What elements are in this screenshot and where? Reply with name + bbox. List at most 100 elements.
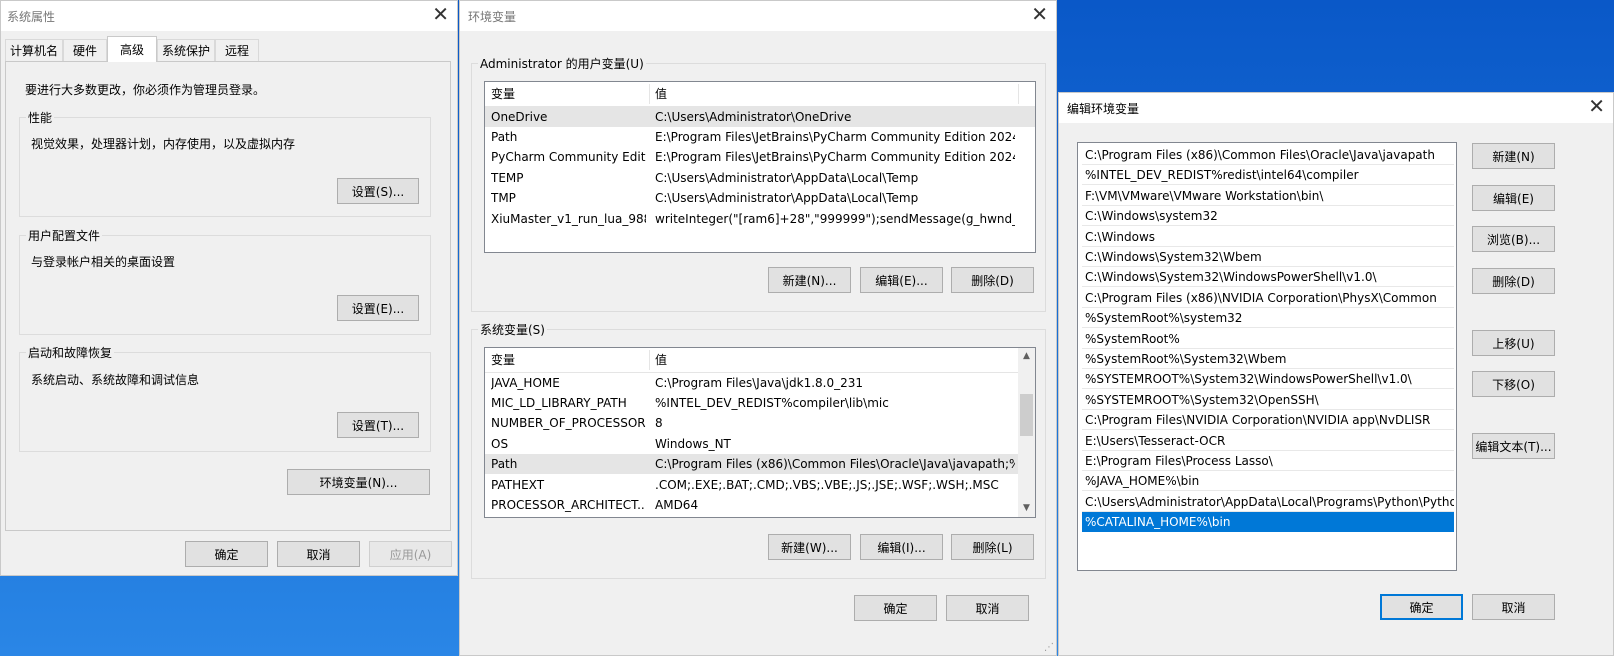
list-item[interactable]: %CATALINA_HOME%\bin (1082, 512, 1454, 532)
startup-recovery-settings-button[interactable]: 设置(T)... (337, 412, 419, 438)
user-edit-button[interactable]: 编辑(E)... (860, 267, 943, 293)
edit-environment-variable-titlebar[interactable]: 编辑环境变量 ✕ (1059, 93, 1613, 123)
user-delete-button[interactable]: 删除(D) (951, 267, 1034, 293)
column-divider[interactable] (1018, 84, 1019, 104)
close-icon[interactable]: ✕ (1031, 4, 1048, 24)
system-variables-list[interactable]: 变量 值 JAVA_HOME C:\Program Files\Java\jdk… (484, 347, 1036, 518)
user-new-button[interactable]: 新建(N)... (768, 267, 851, 293)
advanced-tab-panel: 要进行大多数更改，你必须作为管理员登录。 性能 视觉效果，处理器计划，内存使用，… (5, 61, 451, 531)
table-row[interactable]: Path E:\Program Files\JetBrains\PyCharm … (485, 127, 1035, 147)
scroll-thumb[interactable] (1020, 394, 1033, 436)
table-row[interactable]: TEMP C:\Users\Administrator\AppData\Loca… (485, 168, 1035, 188)
variable-value: C:\Program Files\Java\jdk1.8.0_231 (655, 376, 864, 390)
ok-button[interactable]: 确定 (854, 595, 937, 621)
system-variables-scrollbar[interactable]: ▲ ▼ (1018, 348, 1035, 517)
user-profiles-settings-button[interactable]: 设置(E)... (337, 295, 419, 321)
variable-value: C:\Users\Administrator\AppData\Local\Tem… (655, 191, 919, 205)
table-row[interactable]: TMP C:\Users\Administrator\AppData\Local… (485, 188, 1035, 208)
variable-column-header[interactable]: 变量 (485, 82, 649, 106)
close-icon[interactable]: ✕ (1588, 96, 1605, 116)
list-item[interactable]: %SYSTEMROOT%\System32\OpenSSH\ (1082, 390, 1454, 410)
table-row[interactable]: PROCESSOR_ARCHITECT... AMD64 (485, 495, 1020, 515)
variable-value: C:\Users\Administrator\AppData\Local\Tem… (655, 171, 919, 185)
resize-grip-icon[interactable]: ⋰ (1044, 642, 1054, 653)
table-row[interactable]: PyCharm Community Editi... E:\Program Fi… (485, 147, 1035, 167)
variable-value: 8 (655, 416, 663, 430)
table-row[interactable]: OneDrive C:\Users\Administrator\OneDrive (485, 107, 1035, 127)
list-item[interactable]: E:\Users\Tesseract-OCR (1082, 431, 1454, 451)
tab-computer-name[interactable]: 计算机名 (5, 39, 63, 61)
move-down-button[interactable]: 下移(O) (1472, 371, 1555, 397)
cancel-button[interactable]: 取消 (946, 595, 1029, 621)
list-item[interactable]: %SYSTEMROOT%\System32\WindowsPowerShell\… (1082, 369, 1454, 389)
tab-system-protection[interactable]: 系统保护 (157, 39, 215, 61)
environment-variables-button[interactable]: 环境变量(N)... (287, 469, 430, 495)
list-item[interactable]: %SystemRoot%\system32 (1082, 308, 1454, 328)
list-item[interactable]: F:\VM\VMware\VMware Workstation\bin\ (1082, 186, 1454, 206)
table-row[interactable]: NUMBER_OF_PROCESSORS 8 (485, 413, 1020, 433)
variable-value: E:\Program Files\JetBrains\PyCharm Commu… (655, 150, 1015, 164)
performance-group: 性能 视觉效果，处理器计划，内存使用，以及虚拟内存 设置(S)... (19, 109, 431, 217)
admin-note: 要进行大多数更改，你必须作为管理员登录。 (25, 83, 266, 97)
edit-text-button[interactable]: 编辑文本(T)... (1472, 433, 1555, 459)
variable-value: writeInteger("[ram6]+28","999999");sendM… (655, 212, 1015, 226)
list-item[interactable]: C:\Windows\System32\Wbem (1082, 247, 1454, 267)
delete-entry-button[interactable]: 删除(D) (1472, 268, 1555, 294)
variable-column-header[interactable]: 变量 (485, 348, 649, 372)
system-new-button[interactable]: 新建(W)... (768, 534, 851, 560)
list-item[interactable]: %INTEL_DEV_REDIST%redist\intel64\compile… (1082, 165, 1454, 185)
system-variables-legend: 系统变量(S) (478, 321, 547, 338)
table-row[interactable]: PATHEXT .COM;.EXE;.BAT;.CMD;.VBS;.VBE;.J… (485, 475, 1020, 495)
scroll-up-icon[interactable]: ▲ (1018, 348, 1035, 365)
system-properties-window: 系统属性 ✕ 计算机名 硬件 高级 系统保护 远程 要进行大多数更改，你必须作为… (0, 0, 458, 576)
table-row[interactable]: XiuMaster_v1_run_lua_988 writeInteger("[… (485, 209, 1035, 229)
cancel-button[interactable]: 取消 (1472, 594, 1555, 620)
edit-entry-button[interactable]: 编辑(E) (1472, 185, 1555, 211)
list-item[interactable]: %SystemRoot%\System32\Wbem (1082, 349, 1454, 369)
tab-hardware[interactable]: 硬件 (63, 39, 107, 61)
list-item[interactable]: C:\Program Files (x86)\NVIDIA Corporatio… (1082, 288, 1454, 308)
table-row[interactable]: MIC_LD_LIBRARY_PATH %INTEL_DEV_REDIST%co… (485, 393, 1020, 413)
list-item[interactable]: C:\Users\Administrator\AppData\Local\Pro… (1082, 492, 1454, 512)
ok-button[interactable]: 确定 (185, 541, 268, 567)
table-row[interactable]: OS Windows_NT (485, 434, 1020, 454)
path-entries-list[interactable]: C:\Program Files (x86)\Common Files\Orac… (1077, 142, 1457, 571)
system-edit-button[interactable]: 编辑(I)... (860, 534, 943, 560)
list-item[interactable]: E:\Program Files\Process Lasso\ (1082, 451, 1454, 471)
new-entry-button[interactable]: 新建(N) (1472, 143, 1555, 169)
variable-name: XiuMaster_v1_run_lua_988 (491, 212, 646, 226)
list-item[interactable]: %JAVA_HOME%\bin (1082, 471, 1454, 491)
list-item[interactable]: %SystemRoot% (1082, 329, 1454, 349)
apply-button[interactable]: 应用(A) (369, 541, 452, 567)
list-item[interactable]: C:\Windows (1082, 227, 1454, 247)
table-row[interactable]: JAVA_HOME C:\Program Files\Java\jdk1.8.0… (485, 373, 1020, 393)
system-properties-titlebar[interactable]: 系统属性 ✕ (1, 1, 457, 31)
scroll-down-icon[interactable]: ▼ (1018, 500, 1035, 517)
value-column-header[interactable]: 值 (649, 348, 1019, 372)
edit-environment-variable-window: 编辑环境变量 ✕ C:\Program Files (x86)\Common F… (1058, 92, 1614, 656)
tab-remote[interactable]: 远程 (215, 39, 259, 61)
environment-variables-titlebar[interactable]: 环境变量 ✕ (460, 1, 1056, 31)
startup-recovery-group: 启动和故障恢复 系统启动、系统故障和调试信息 设置(T)... (19, 344, 431, 452)
move-up-button[interactable]: 上移(U) (1472, 330, 1555, 356)
user-variables-legend: Administrator 的用户变量(U) (478, 55, 646, 72)
value-column-header[interactable]: 值 (649, 82, 1019, 106)
list-item[interactable]: C:\Windows\System32\WindowsPowerShell\v1… (1082, 267, 1454, 287)
variable-name: Path (491, 130, 518, 144)
variable-name: NUMBER_OF_PROCESSORS (491, 416, 646, 430)
list-item[interactable]: C:\Windows\system32 (1082, 206, 1454, 226)
system-delete-button[interactable]: 删除(L) (951, 534, 1034, 560)
list-item[interactable]: C:\Program Files (x86)\Common Files\Orac… (1082, 145, 1454, 165)
browse-button[interactable]: 浏览(B)... (1472, 226, 1555, 252)
user-profiles-description: 与登录帐户相关的桌面设置 (31, 255, 176, 269)
variable-name: TEMP (491, 171, 524, 185)
list-item[interactable]: C:\Program Files\NVIDIA Corporation\NVID… (1082, 410, 1454, 430)
close-icon[interactable]: ✕ (432, 4, 449, 24)
cancel-button[interactable]: 取消 (277, 541, 360, 567)
user-variables-list[interactable]: 变量 值 OneDrive C:\Users\Administrator\One… (484, 81, 1036, 253)
performance-settings-button[interactable]: 设置(S)... (337, 178, 419, 204)
tab-advanced[interactable]: 高级 (107, 36, 157, 62)
ok-button[interactable]: 确定 (1380, 594, 1463, 620)
variable-value: E:\Program Files\JetBrains\PyCharm Commu… (655, 130, 1015, 144)
table-row[interactable]: Path C:\Program Files (x86)\Common Files… (485, 454, 1020, 474)
